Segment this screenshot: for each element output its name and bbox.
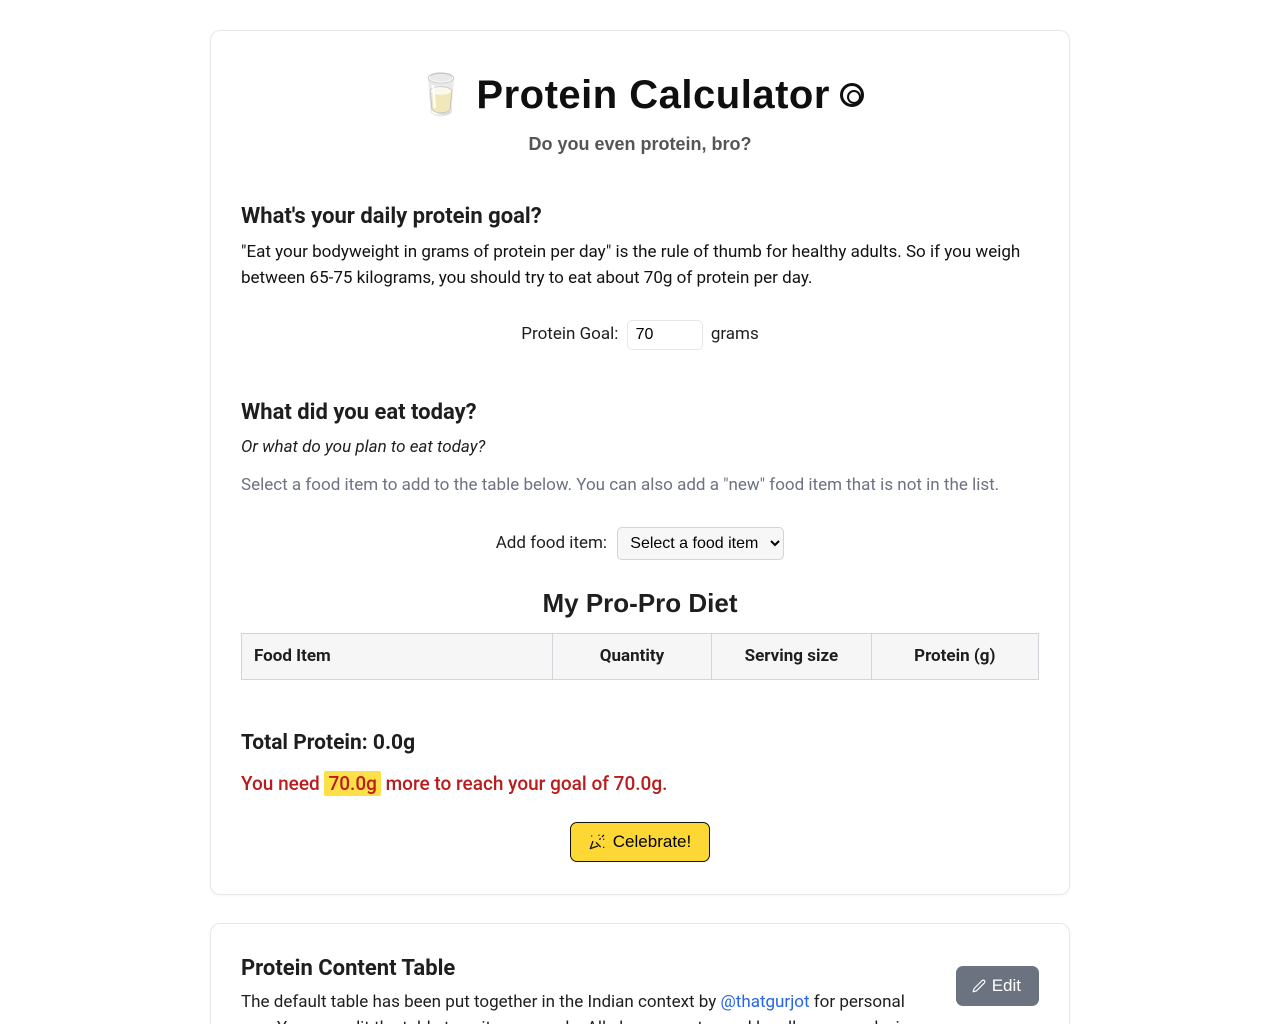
add-food-row: Add food item: Select a food item <box>241 527 1039 560</box>
protein-goal-input[interactable] <box>627 320 703 350</box>
goal-progress-line: You need 70.0g more to reach your goal o… <box>241 770 1039 799</box>
title-text: Protein Calculator <box>476 65 830 125</box>
total-label: Total Protein: <box>241 731 373 755</box>
eat-muted: Select a food item to add to the table b… <box>241 472 1039 498</box>
edit-label: Edit <box>992 976 1021 996</box>
milk-emoji: 🥛 <box>416 65 466 125</box>
total-value: 0.0g <box>373 731 415 755</box>
goal-label: Protein Goal: <box>521 324 618 344</box>
protein-content-heading: Protein Content Table <box>241 952 940 985</box>
main-card: 🥛 Protein Calculator Do you even protein… <box>210 30 1070 895</box>
need-prefix: You need <box>241 772 324 795</box>
page-title: 🥛 Protein Calculator <box>416 65 864 125</box>
protein-content-card: Protein Content Table The default table … <box>210 923 1070 1024</box>
subtitle: Do you even protein, bro? <box>241 131 1039 158</box>
goal-body: "Eat your bodyweight in grams of protein… <box>241 239 1039 292</box>
body-part1: The default table has been put together … <box>241 992 721 1012</box>
protein-content-body: The default table has been put together … <box>241 989 940 1024</box>
title-block: 🥛 Protein Calculator Do you even protein… <box>241 65 1039 158</box>
celebrate-button[interactable]: Celebrate! <box>570 822 710 862</box>
goal-input-row: Protein Goal: grams <box>241 320 1039 350</box>
edit-button[interactable]: Edit <box>956 966 1039 1006</box>
col-quantity: Quantity <box>552 633 711 680</box>
food-select[interactable]: Select a food item <box>617 527 784 560</box>
diet-title: My Pro-Pro Diet <box>241 584 1039 623</box>
total-protein-line: Total Protein: 0.0g <box>241 728 1039 760</box>
add-food-label: Add food item: <box>496 533 607 553</box>
party-popper-icon <box>589 834 605 850</box>
food-table: Food Item Quantity Serving size Protein … <box>241 633 1039 681</box>
celebrate-label: Celebrate! <box>613 832 691 852</box>
need-suffix: more to reach your goal of 70.0g. <box>381 772 668 795</box>
goal-unit: grams <box>711 324 759 344</box>
spiral-icon <box>840 83 864 107</box>
eat-heading: What did you eat today? <box>241 396 1039 429</box>
goal-heading: What's your daily protein goal? <box>241 200 1039 233</box>
col-food-item: Food Item <box>242 633 553 680</box>
col-serving-size: Serving size <box>712 633 871 680</box>
author-link[interactable]: @thatgurjot <box>721 992 810 1012</box>
need-highlight: 70.0g <box>324 771 380 796</box>
eat-sub: Or what do you plan to eat today? <box>241 435 1039 461</box>
col-protein: Protein (g) <box>871 633 1038 680</box>
pencil-icon <box>972 979 986 993</box>
